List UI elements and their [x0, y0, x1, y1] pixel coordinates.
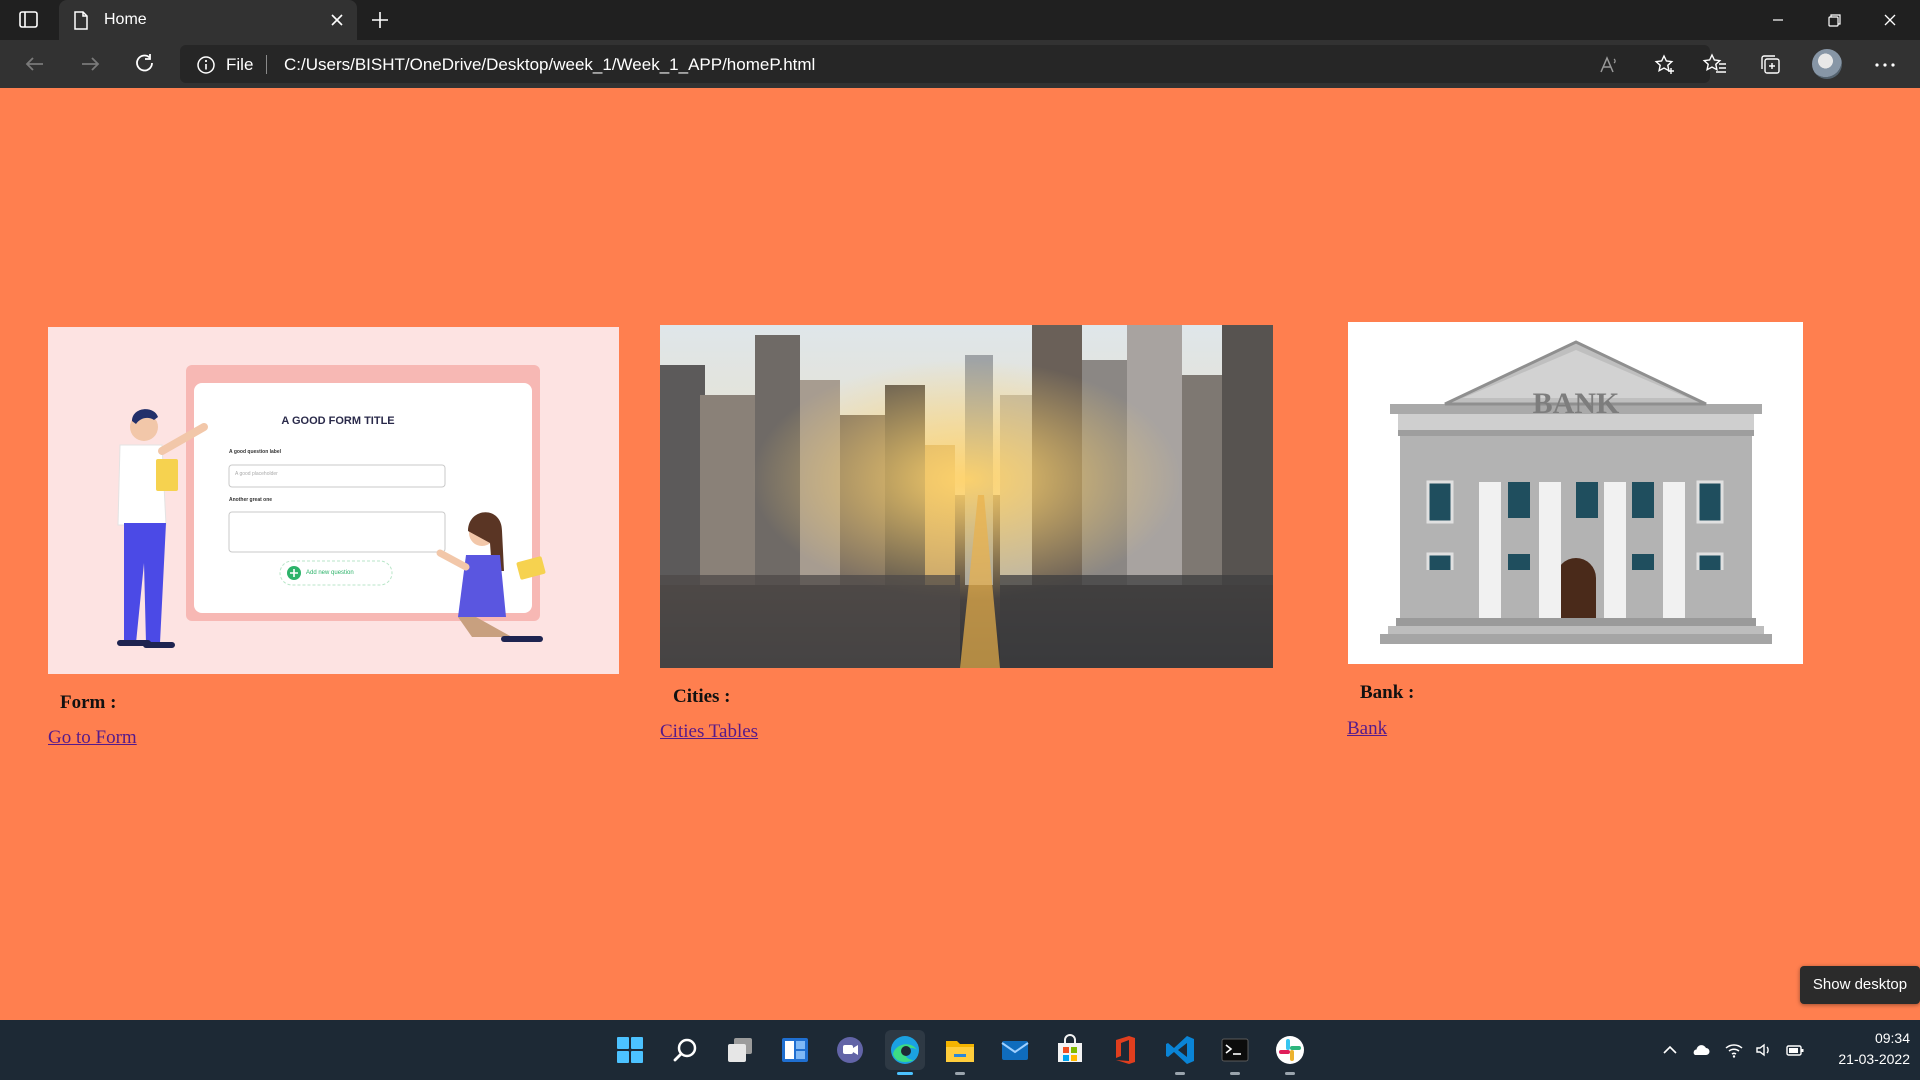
battery-icon[interactable] [1785, 1041, 1805, 1059]
address-bar[interactable]: File C:/Users/BISHT/OneDrive/Desktop/wee… [180, 45, 1710, 83]
new-tab-icon[interactable] [368, 8, 392, 32]
task-view-icon[interactable] [720, 1030, 760, 1070]
title-bar: Home [0, 0, 1920, 40]
form-illustration-art [117, 365, 546, 648]
close-window-icon[interactable] [1876, 6, 1904, 34]
clock-time[interactable]: 09:34 [1864, 1030, 1910, 1046]
scheme-label: File [226, 55, 254, 74]
minimize-icon[interactable] [1764, 6, 1792, 34]
store-icon[interactable] [1050, 1030, 1090, 1070]
vs-code-indicator [1175, 1072, 1185, 1075]
city-skyline-photo [660, 325, 1273, 668]
form-illustration-add-button: Add new question [306, 570, 354, 576]
bank-building-illustration: BANK [1348, 322, 1803, 664]
form-illustration: A GOOD FORM TITLE A good question label … [48, 327, 619, 674]
search-icon[interactable] [666, 1030, 706, 1070]
slack-indicator [1285, 1072, 1295, 1075]
more-options-icon[interactable] [1872, 52, 1898, 78]
favorites-icon[interactable] [1702, 52, 1728, 78]
read-aloud-icon[interactable] [1598, 54, 1620, 76]
file-explorer-indicator [955, 1072, 965, 1075]
taskbar [0, 1020, 1920, 1080]
city-skyline-art [660, 325, 1273, 668]
back-icon[interactable] [21, 50, 49, 78]
go-to-form-link[interactable]: Go to Form [48, 727, 137, 749]
clock-date[interactable]: 21-03-2022 [1822, 1051, 1910, 1067]
profile-avatar[interactable] [1812, 49, 1842, 79]
bank-link[interactable]: Bank [1347, 718, 1387, 740]
form-card-label: Form : [60, 692, 117, 713]
info-icon[interactable] [196, 55, 216, 75]
mail-icon[interactable] [995, 1030, 1035, 1070]
tab-actions-icon[interactable] [16, 9, 42, 31]
bank-card-label: Bank : [1360, 682, 1415, 703]
onedrive-cloud-icon[interactable] [1690, 1041, 1710, 1059]
office-icon[interactable] [1105, 1030, 1145, 1070]
terminal-indicator [1230, 1072, 1240, 1075]
edge-icon[interactable] [885, 1030, 925, 1070]
slack-icon[interactable] [1270, 1030, 1310, 1070]
forward-icon[interactable] [76, 50, 104, 78]
close-tab-icon[interactable] [327, 10, 347, 30]
terminal-icon[interactable] [1215, 1030, 1255, 1070]
browser-toolbar: File C:/Users/BISHT/OneDrive/Desktop/wee… [0, 40, 1920, 88]
refresh-icon[interactable] [131, 50, 159, 78]
volume-icon[interactable] [1754, 1041, 1774, 1059]
show-desktop-tooltip: Show desktop [1800, 966, 1920, 1004]
wifi-icon[interactable] [1724, 1041, 1744, 1059]
restore-icon[interactable] [1820, 6, 1848, 34]
chevron-up-icon[interactable] [1660, 1041, 1680, 1059]
bank-sign-text: BANK [1532, 387, 1620, 420]
form-illustration-placeholder: A good placeholder [235, 471, 278, 477]
form-illustration-question-1: A good question label [229, 449, 282, 455]
edge-active-indicator [897, 1072, 913, 1075]
start-icon[interactable] [610, 1030, 650, 1070]
tab-title: Home [104, 11, 147, 28]
add-favorite-icon[interactable] [1654, 54, 1676, 76]
bank-building-art [1380, 340, 1772, 644]
url-text[interactable]: C:/Users/BISHT/OneDrive/Desktop/week_1/W… [284, 55, 815, 75]
file-explorer-icon[interactable] [940, 1030, 980, 1070]
form-illustration-question-2: Another great one [229, 497, 273, 503]
cities-card-label: Cities : [673, 686, 731, 707]
collections-icon[interactable] [1758, 52, 1784, 78]
chat-icon[interactable] [830, 1030, 870, 1070]
page-icon [74, 11, 88, 30]
cities-tables-link[interactable]: Cities Tables [660, 721, 758, 743]
tab-home[interactable]: Home [59, 0, 357, 40]
address-divider [266, 55, 267, 74]
widgets-icon[interactable] [775, 1030, 815, 1070]
form-illustration-title: A GOOD FORM TITLE [281, 415, 395, 427]
vs-code-icon[interactable] [1160, 1030, 1200, 1070]
